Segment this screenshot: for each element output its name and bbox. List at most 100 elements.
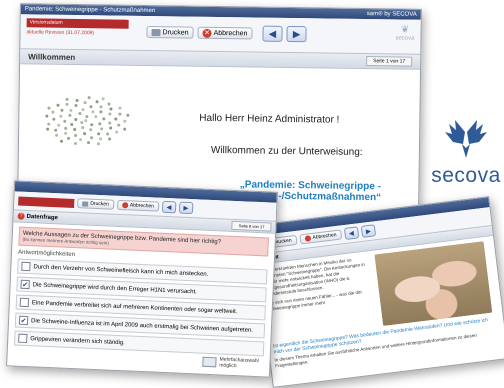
version-label: Versionsdatum [26,18,129,29]
virus-particle [98,122,102,126]
quiz-title-wrap: ? Datenfrage [17,212,59,222]
virus-particle [123,127,127,131]
secova-logo: secova [428,118,504,187]
multi-select-hint: Mehrfachauswahl möglich [202,356,259,370]
virus-particle [107,120,111,125]
virus-particle [89,105,93,109]
virus-particle [101,97,105,101]
virus-particle [60,108,64,112]
virus-particle [47,122,51,126]
virus-particle [74,133,78,137]
printer-icon [151,28,161,36]
virus-particle [99,104,103,109]
answer-checkbox[interactable]: ✔ [18,315,29,326]
virus-particle [84,114,89,118]
main-toolbar-buttons: Drucken ✕ Abbrechen ◀ ▶ [146,24,307,43]
page-indicator: Seite 1 von 17 [366,56,413,67]
quiz-forward-button[interactable]: ▶ [178,201,194,215]
virus-particle [94,115,98,119]
cancel-icon [304,235,311,242]
quiz-back-button[interactable]: ◀ [161,200,177,214]
back-button[interactable]: ◀ [262,25,283,42]
quiz-page-indicator: Seite 8 von 17 [231,220,272,232]
virus-particle [109,107,113,111]
virus-particle [73,128,77,132]
small-logo: ❦ secova [395,24,415,42]
virus-particle [87,140,91,144]
small-logo-text: secova [395,35,415,42]
virus-particle [87,96,91,100]
virus-particle [52,117,56,121]
answer-text: Eine Pandemie verbreitet sich auf mehrer… [31,299,238,315]
virus-particle [117,112,121,116]
arrow-left-icon: ◀ [166,204,172,211]
arrow-right-icon: ▶ [183,205,189,212]
virus-particle [75,98,79,102]
virus-particle [97,142,101,146]
virus-particle [65,103,69,107]
small-logo-icon: ❦ [400,24,410,36]
greeting-text: Hallo Herr Heinz Administrator ! [199,112,340,126]
pigs-photo [374,241,493,326]
quiz-cancel-button[interactable]: Abbrechen [116,199,160,212]
virus-particle [44,114,49,118]
virus-particle [83,132,87,136]
virus-particle [74,104,78,108]
info-back-button[interactable]: ◀ [343,226,360,240]
virus-particle [102,116,106,120]
virus-particle [59,114,63,118]
page-title: Willkommen [28,51,76,62]
virus-particle [89,135,93,139]
info-cancel-button[interactable]: Abbrechen [299,229,343,245]
info-forward-button[interactable]: ▶ [360,224,376,238]
info-window: Drucken Abbrechen ◀ ▶ Einheit 2009 erkra… [252,196,504,388]
virus-particle [69,108,73,112]
virus-particle [67,137,71,141]
virus-particle [45,127,49,132]
quiz-page-title: Datenfrage [26,213,59,221]
virus-particle [106,132,110,136]
quiz-print-button[interactable]: Drucken [77,198,115,210]
answer-checkbox[interactable] [21,261,31,272]
main-toolbar: Versionsdatum aktuelle Revision (31.07.2… [20,14,421,54]
welcome-text: Willkommen zu der Unterweisung: [210,144,363,159]
version-block: Versionsdatum aktuelle Revision (31.07.2… [26,18,129,37]
arrow-right-icon: ▶ [292,28,300,39]
virus-particle [54,128,58,132]
virus-particle [68,113,72,117]
version-value: aktuelle Revision (31.07.2009) [26,29,95,37]
cancel-icon [121,202,128,209]
arrow-left-icon: ◀ [348,230,355,237]
secova-wings-icon [445,120,487,158]
print-button[interactable]: Drucken [146,25,194,39]
virus-particle [108,137,112,141]
cancel-button[interactable]: ✕ Abbrechen [197,26,253,40]
virus-particle [109,126,113,130]
answer-checkbox[interactable] [19,297,30,308]
virus-particle [55,133,59,137]
virus-particle [80,121,84,125]
cancel-button-label: Abbrechen [213,29,248,37]
answers-section: Antwortmöglichkeiten Durch den Verzehr v… [8,249,274,357]
virus-particle [89,123,93,127]
brand-label: sam® by SECOVA [366,11,417,18]
answer-checkbox[interactable]: ✔ [20,279,30,290]
info-text-block: 2009 erkrankten Menschen in Mexiko der s… [263,255,377,339]
answer-checkbox[interactable] [18,333,28,344]
answer-text: Durch den Verzehr von Schweinefleisch ka… [33,263,209,278]
virus-particle [59,139,63,143]
quiz-version-badge [18,196,75,208]
virus-particle [98,137,102,141]
virus-particle [126,114,130,118]
virus-particle [84,119,88,123]
virus-particle [77,111,81,116]
virus-particle [117,123,121,127]
answer-text: Die Schweine-Influenza ist im April 2009… [30,317,254,334]
virus-particle [64,127,68,131]
virus-particle [95,100,99,104]
virus-particle [108,112,112,116]
virus-particle [107,102,111,106]
quiz-print-label: Drucken [90,200,109,208]
virus-particle [100,126,104,130]
forward-button[interactable]: ▶ [286,25,307,43]
